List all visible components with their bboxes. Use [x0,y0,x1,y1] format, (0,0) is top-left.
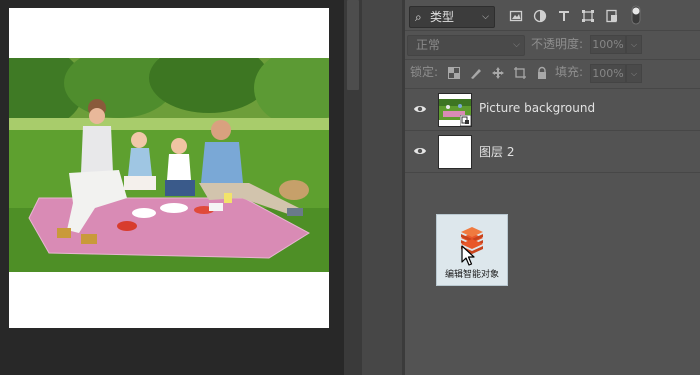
layers-panel: ⌕ 类型 ⌵ 正常 ⌵ 不透明度: 100% ⌵ 锁定: 填充: 100% ⌵ … [405,0,700,375]
eye-visibility-icon[interactable] [413,103,427,115]
layer-filter-row: ⌕ 类型 ⌵ [405,0,700,31]
mouse-cursor-icon [461,245,475,266]
opacity-label: 不透明度: [531,37,584,51]
panel-dock-column [362,0,402,375]
shape-layer-filter-icon[interactable] [581,9,595,23]
adjustment-layer-filter-icon[interactable] [533,9,547,23]
lock-label: 锁定: [410,65,439,79]
fill-slider-dropdown[interactable]: ⌵ [626,64,642,83]
fill-input[interactable]: 100% [590,64,626,83]
smart-object-filter-icon[interactable] [605,9,619,23]
lock-transparent-pixels-icon[interactable] [447,66,461,80]
lock-image-pixels-icon[interactable] [469,66,483,80]
type-layer-filter-icon[interactable] [557,9,571,23]
fill-label: 填充: [555,65,584,79]
smart-object-badge-icon [460,115,471,126]
layer-kind-filter-select[interactable]: ⌕ 类型 ⌵ [409,6,495,28]
document-canvas[interactable] [9,8,329,328]
layer-name[interactable]: Picture background [479,101,595,115]
drag-preview-tooltip: 编辑智能对象 [436,214,508,286]
layer-name[interactable]: 图层 2 [479,143,514,160]
layer-row-picture-background[interactable]: Picture background [405,89,700,131]
opacity-slider-dropdown[interactable]: ⌵ [626,35,642,54]
scrollbar-thumb[interactable] [347,0,359,90]
chevron-down-icon: ⌵ [513,40,520,50]
layer-row-layer-2[interactable]: 图层 2 [405,131,700,173]
blend-mode-value: 正常 [416,38,441,52]
canvas-area[interactable] [0,0,344,375]
row-divider [405,59,700,60]
layer-thumbnail [438,135,472,169]
opacity-input[interactable]: 100% [590,35,626,54]
drag-preview-label: 编辑智能对象 [444,270,499,280]
eye-visibility-icon[interactable] [413,145,427,157]
blend-mode-select[interactable]: 正常 ⌵ [407,35,525,56]
kind-filter-label: 类型 [430,10,455,24]
lock-position-icon[interactable] [491,66,505,80]
filter-toggle-icon[interactable] [631,5,641,25]
lock-all-icon[interactable] [535,66,549,80]
picnic-photo [9,58,329,272]
chevron-down-icon: ⌵ [482,12,489,22]
pixel-layer-filter-icon[interactable] [509,9,523,23]
search-icon: ⌕ [415,10,422,24]
prevent-auto-nesting-icon[interactable] [513,66,527,80]
